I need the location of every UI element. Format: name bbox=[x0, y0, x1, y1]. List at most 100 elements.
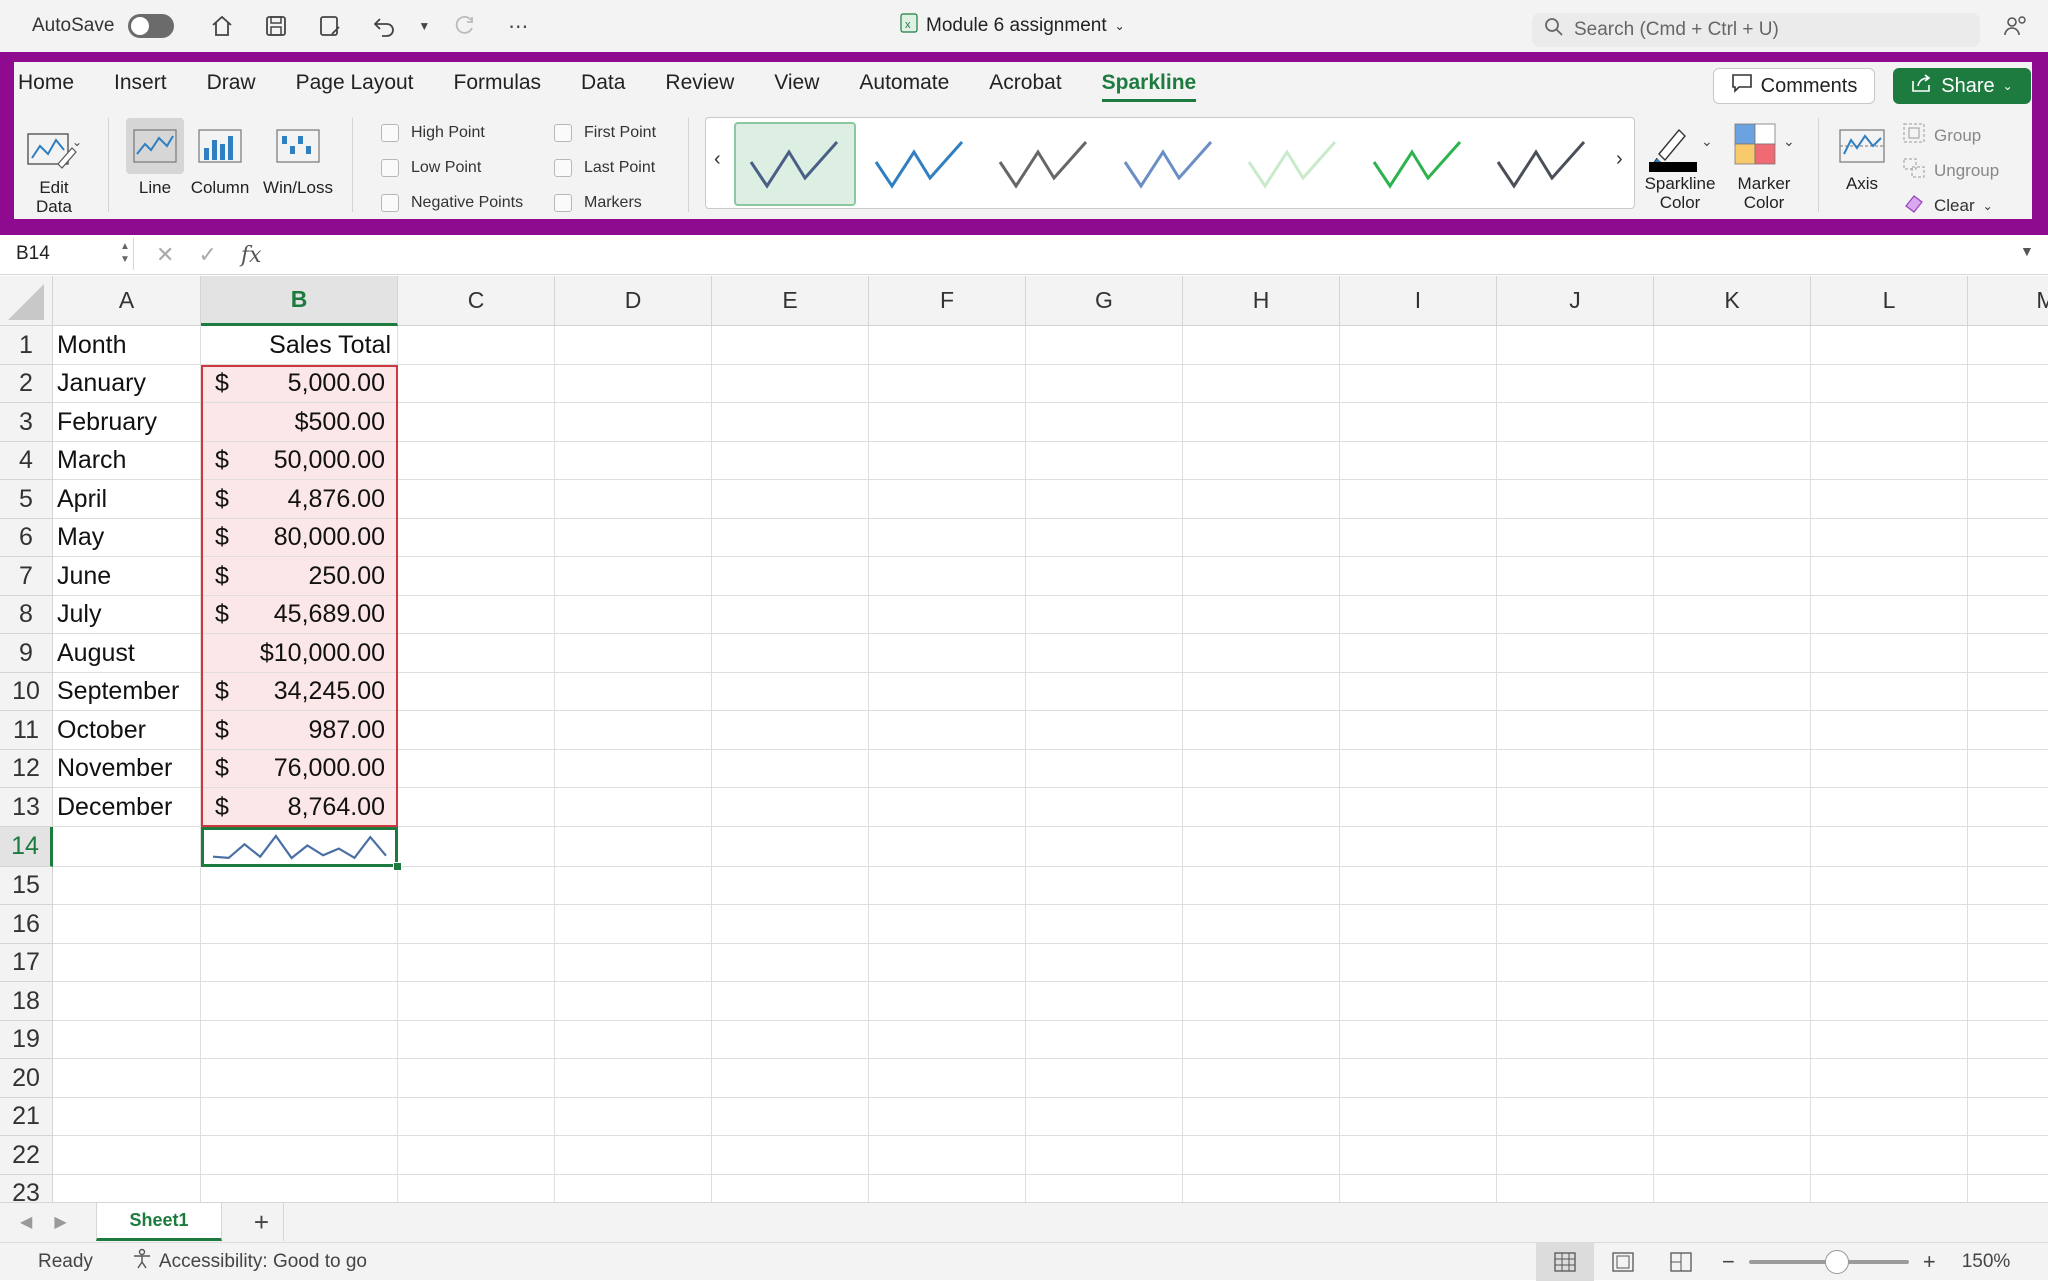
cell-e13[interactable] bbox=[712, 788, 869, 827]
cell-j22[interactable] bbox=[1497, 1136, 1654, 1175]
cell-g8[interactable] bbox=[1026, 596, 1183, 634]
marker-color-button[interactable]: ⌄ Marker Color bbox=[1724, 118, 1804, 212]
cell-h20[interactable] bbox=[1183, 1059, 1340, 1098]
cell-l10[interactable] bbox=[1811, 673, 1968, 711]
row-header-6[interactable]: 6 bbox=[0, 519, 53, 557]
first-point-checkbox[interactable] bbox=[554, 124, 572, 142]
cell-d18[interactable] bbox=[555, 982, 712, 1021]
markers-checkbox[interactable] bbox=[554, 194, 572, 212]
row-header-11[interactable]: 11 bbox=[0, 711, 53, 750]
cell-f12[interactable] bbox=[869, 750, 1026, 788]
row-header-16[interactable]: 16 bbox=[0, 905, 53, 944]
cell-e12[interactable] bbox=[712, 750, 869, 788]
cell-g20[interactable] bbox=[1026, 1059, 1183, 1098]
axis-button[interactable]: Axis bbox=[1834, 118, 1890, 193]
cell-l7[interactable] bbox=[1811, 557, 1968, 596]
save-icon[interactable] bbox=[256, 6, 296, 46]
cell-k20[interactable] bbox=[1654, 1059, 1811, 1098]
cell-j18[interactable] bbox=[1497, 982, 1654, 1021]
cell-f10[interactable] bbox=[869, 673, 1026, 711]
cell-e16[interactable] bbox=[712, 905, 869, 944]
cell-i7[interactable] bbox=[1340, 557, 1497, 596]
cell-c17[interactable] bbox=[398, 944, 555, 982]
tab-data[interactable]: Data bbox=[581, 68, 625, 102]
cell-l13[interactable] bbox=[1811, 788, 1968, 827]
cell-b5[interactable]: $4,876.00 bbox=[201, 480, 398, 519]
cell-m14[interactable] bbox=[1968, 827, 2048, 867]
cell-g5[interactable] bbox=[1026, 480, 1183, 519]
cell-i4[interactable] bbox=[1340, 442, 1497, 480]
cell-m12[interactable] bbox=[1968, 750, 2048, 788]
cell-i6[interactable] bbox=[1340, 519, 1497, 557]
cell-h17[interactable] bbox=[1183, 944, 1340, 982]
markers-option[interactable]: Markers bbox=[554, 194, 642, 212]
negative-points-checkbox[interactable] bbox=[381, 194, 399, 212]
cell-c15[interactable] bbox=[398, 867, 555, 905]
cell-e9[interactable] bbox=[712, 634, 869, 673]
column-header-k[interactable]: K bbox=[1654, 276, 1811, 326]
cell-j16[interactable] bbox=[1497, 905, 1654, 944]
cell-e18[interactable] bbox=[712, 982, 869, 1021]
cell-d22[interactable] bbox=[555, 1136, 712, 1175]
column-header-m[interactable]: M bbox=[1968, 276, 2048, 326]
cell-i2[interactable] bbox=[1340, 365, 1497, 403]
cell-k17[interactable] bbox=[1654, 944, 1811, 982]
tab-formulas[interactable]: Formulas bbox=[454, 68, 542, 102]
cell-c12[interactable] bbox=[398, 750, 555, 788]
cell-f6[interactable] bbox=[869, 519, 1026, 557]
cell-l21[interactable] bbox=[1811, 1098, 1968, 1136]
column-header-f[interactable]: F bbox=[869, 276, 1026, 326]
cell-g3[interactable] bbox=[1026, 403, 1183, 442]
cell-a20[interactable] bbox=[53, 1059, 201, 1098]
cell-d2[interactable] bbox=[555, 365, 712, 403]
cell-k19[interactable] bbox=[1654, 1021, 1811, 1059]
cell-h22[interactable] bbox=[1183, 1136, 1340, 1175]
cell-l11[interactable] bbox=[1811, 711, 1968, 750]
cell-j12[interactable] bbox=[1497, 750, 1654, 788]
column-header-a[interactable]: A bbox=[53, 276, 201, 326]
tab-acrobat[interactable]: Acrobat bbox=[989, 68, 1061, 102]
cell-m11[interactable] bbox=[1968, 711, 2048, 750]
cell-j19[interactable] bbox=[1497, 1021, 1654, 1059]
cell-j21[interactable] bbox=[1497, 1098, 1654, 1136]
cell-g2[interactable] bbox=[1026, 365, 1183, 403]
zoom-out-icon[interactable]: − bbox=[1722, 1249, 1735, 1275]
cell-i5[interactable] bbox=[1340, 480, 1497, 519]
cell-i14[interactable] bbox=[1340, 827, 1497, 867]
cell-l18[interactable] bbox=[1811, 982, 1968, 1021]
sparkline-style-4[interactable] bbox=[1108, 122, 1230, 206]
cell-e10[interactable] bbox=[712, 673, 869, 711]
cell-b8[interactable]: $45,689.00 bbox=[201, 596, 398, 634]
cell-l22[interactable] bbox=[1811, 1136, 1968, 1175]
cell-e14[interactable] bbox=[712, 827, 869, 867]
sparkline-style-6[interactable] bbox=[1357, 122, 1479, 206]
cell-l17[interactable] bbox=[1811, 944, 1968, 982]
cell-m9[interactable] bbox=[1968, 634, 2048, 673]
row-header-18[interactable]: 18 bbox=[0, 982, 53, 1021]
row-header-15[interactable]: 15 bbox=[0, 867, 53, 905]
cell-b17[interactable] bbox=[201, 944, 398, 982]
zoom-level[interactable]: 150% bbox=[1962, 1251, 2011, 1273]
cell-i9[interactable] bbox=[1340, 634, 1497, 673]
cell-l2[interactable] bbox=[1811, 365, 1968, 403]
gallery-right-arrow-icon[interactable]: › bbox=[1616, 148, 1623, 171]
cell-g15[interactable] bbox=[1026, 867, 1183, 905]
zoom-in-icon[interactable]: + bbox=[1923, 1249, 1936, 1275]
cell-g16[interactable] bbox=[1026, 905, 1183, 944]
page-layout-view-icon[interactable] bbox=[1594, 1243, 1652, 1281]
cell-m8[interactable] bbox=[1968, 596, 2048, 634]
column-header-d[interactable]: D bbox=[555, 276, 712, 326]
cell-a21[interactable] bbox=[53, 1098, 201, 1136]
cell-f16[interactable] bbox=[869, 905, 1026, 944]
cell-f8[interactable] bbox=[869, 596, 1026, 634]
ungroup-button[interactable]: Ungroup bbox=[1902, 157, 1999, 184]
last-point-option[interactable]: Last Point bbox=[554, 159, 655, 177]
cell-d10[interactable] bbox=[555, 673, 712, 711]
cell-g17[interactable] bbox=[1026, 944, 1183, 982]
cell-e7[interactable] bbox=[712, 557, 869, 596]
cell-c20[interactable] bbox=[398, 1059, 555, 1098]
cell-b19[interactable] bbox=[201, 1021, 398, 1059]
cell-l4[interactable] bbox=[1811, 442, 1968, 480]
cell-d5[interactable] bbox=[555, 480, 712, 519]
last-point-checkbox[interactable] bbox=[554, 159, 572, 177]
